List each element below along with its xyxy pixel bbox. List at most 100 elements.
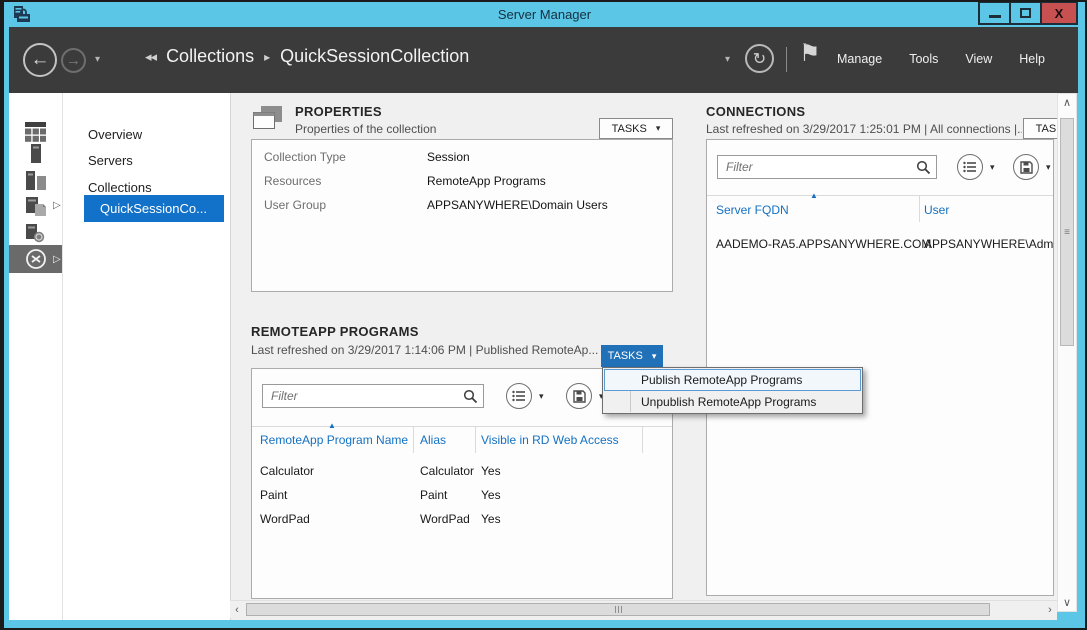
window-title: Server Manager — [498, 7, 591, 22]
server-manager-app-icon — [13, 6, 31, 23]
remoteapp-tasks-button[interactable]: TASKS▾ — [601, 345, 663, 367]
refresh-icon: ↻ — [753, 49, 766, 69]
sidebar-nav-panel: Overview Servers Collections QuickSessio… — [63, 93, 230, 620]
field-label: User Group — [264, 198, 427, 212]
sidebar-item-all-servers[interactable] — [9, 170, 62, 190]
search-icon[interactable] — [916, 160, 931, 175]
menu-help[interactable]: Help — [1019, 52, 1045, 66]
list-icon — [963, 161, 977, 173]
remoteapp-filter — [262, 384, 484, 408]
caret-down-icon[interactable]: ▾ — [990, 162, 995, 173]
connections-filter-input[interactable] — [717, 155, 937, 179]
properties-subtitle: Properties of the collection — [295, 122, 436, 136]
table-top-line — [252, 426, 673, 427]
export-button[interactable] — [566, 383, 592, 409]
title-bar[interactable]: Server Manager X — [4, 2, 1085, 27]
menu-manage[interactable]: Manage — [837, 52, 882, 66]
menu-tools[interactable]: Tools — [909, 52, 938, 66]
expand-arrow-icon[interactable]: ▷ — [53, 254, 61, 265]
sidebar-item-ipam[interactable] — [9, 223, 62, 243]
properties-title: PROPERTIES — [295, 104, 382, 119]
export-button[interactable] — [1013, 154, 1039, 180]
list-view-button[interactable] — [957, 154, 983, 180]
caret-down-icon[interactable]: ▾ — [1046, 162, 1051, 173]
window-body: ▷ ▷ Overview Se — [9, 93, 1078, 620]
column-header-visible[interactable]: Visible in RD Web Access — [481, 433, 619, 447]
table-row[interactable]: AADEMO-RA5.APPSANYWHERE.COM APPSANYWHERE… — [707, 237, 1054, 261]
close-button[interactable]: X — [1040, 2, 1078, 25]
sidebar-item-local-server[interactable] — [9, 143, 62, 163]
table-row[interactable]: WordPad WordPad Yes — [252, 512, 673, 536]
history-dropdown-caret-icon[interactable]: ▾ — [95, 54, 100, 65]
sidebar-item-servers[interactable]: Servers — [63, 147, 230, 173]
menu-item-publish-remoteapp[interactable]: Publish RemoteApp Programs — [604, 369, 861, 391]
menu-item-unpublish-remoteapp[interactable]: Unpublish RemoteApp Programs — [604, 391, 861, 413]
remote-desktop-services-icon — [25, 248, 47, 270]
scroll-up-button[interactable]: ∧ — [1058, 94, 1076, 111]
sort-ascending-icon: ▲ — [328, 421, 336, 430]
table-row[interactable]: Paint Paint Yes — [252, 488, 673, 512]
dashboard-icon — [24, 122, 47, 142]
column-separator — [919, 196, 920, 222]
scroll-down-button[interactable]: ∨ — [1058, 594, 1076, 611]
notifications-flag-icon[interactable]: ⚑ — [799, 39, 821, 68]
column-header-program-name[interactable]: RemoteApp Program Name — [260, 433, 408, 447]
thumb-grip-icon: ≡ — [1064, 227, 1070, 238]
scroll-right-button[interactable]: › — [1043, 601, 1057, 618]
horizontal-scrollbar-thumb[interactable] — [246, 603, 990, 616]
thumb-grip-icon — [621, 606, 622, 613]
navbar-separator — [786, 47, 787, 72]
horizontal-scrollbar[interactable]: ‹ › — [230, 600, 1057, 618]
remoteapp-filter-input[interactable] — [262, 384, 484, 408]
field-label: Collection Type — [264, 150, 427, 164]
vertical-scrollbar[interactable]: ∧ ≡ ∨ — [1057, 93, 1077, 612]
column-header-alias[interactable]: Alias — [420, 433, 446, 447]
connections-subtitle: Last refreshed on 3/29/2017 1:25:01 PM |… — [706, 122, 1022, 136]
sidebar-item-dashboard[interactable] — [9, 121, 62, 143]
caret-down-icon[interactable]: ▾ — [539, 391, 544, 402]
scroll-down-icon: ∨ — [1063, 596, 1071, 609]
connections-tasks-button[interactable]: TASKS▾ — [1023, 118, 1057, 139]
menu-view[interactable]: View — [965, 52, 992, 66]
scroll-up-icon: ∧ — [1063, 96, 1071, 109]
refresh-button[interactable]: ↻ — [745, 44, 774, 73]
expand-arrow-icon[interactable]: ▷ — [53, 200, 61, 211]
sidebar-item-quicksessioncollection[interactable]: QuickSessionCo... — [84, 195, 224, 222]
save-icon — [1020, 161, 1033, 174]
field-value: Session — [427, 150, 608, 164]
properties-fields: Collection Type Session Resources Remote… — [264, 150, 608, 212]
forward-icon: → — [66, 52, 81, 69]
save-icon — [573, 390, 586, 403]
breadcrumb: ◂◂ Collections ▸ QuickSessionCollection — [145, 46, 469, 67]
maximize-icon — [1020, 8, 1031, 18]
vertical-scrollbar-thumb[interactable]: ≡ — [1060, 118, 1074, 346]
caret-down-icon: ▾ — [652, 351, 657, 362]
column-header-user[interactable]: User — [924, 203, 949, 217]
connections-filter — [717, 155, 937, 179]
properties-tasks-button[interactable]: TASKS▾ — [599, 118, 673, 139]
search-icon[interactable] — [463, 389, 478, 404]
column-separator — [475, 427, 476, 453]
list-view-button[interactable] — [506, 383, 532, 409]
refresh-dropdown-caret-icon[interactable]: ▾ — [725, 54, 730, 65]
back-icon: ← — [31, 49, 50, 71]
column-separator — [413, 427, 414, 453]
breadcrumb-collections[interactable]: Collections — [166, 46, 254, 67]
forward-button[interactable]: → — [61, 48, 86, 73]
breadcrumb-history-chevrons-icon[interactable]: ◂◂ — [145, 49, 156, 65]
all-servers-icon — [26, 171, 46, 190]
column-header-server-fqdn[interactable]: Server FQDN — [716, 203, 789, 217]
main-content: PROPERTIES Properties of the collection … — [231, 93, 1057, 620]
minimize-button[interactable] — [978, 2, 1011, 25]
maximize-button[interactable] — [1009, 2, 1042, 25]
sidebar-item-overview[interactable]: Overview — [63, 121, 230, 147]
table-row[interactable]: Calculator Calculator Yes — [252, 464, 673, 488]
window-controls: X — [980, 2, 1078, 25]
scroll-left-button[interactable]: ‹ — [230, 601, 244, 618]
window-frame: Server Manager X ← → ▾ ◂◂ Collections ▸ … — [4, 2, 1085, 628]
properties-box: Collection Type Session Resources Remote… — [251, 139, 673, 292]
breadcrumb-separator-icon: ▸ — [264, 50, 270, 64]
minimize-icon — [989, 15, 1001, 18]
breadcrumb-current[interactable]: QuickSessionCollection — [280, 46, 469, 67]
back-button[interactable]: ← — [23, 43, 57, 77]
